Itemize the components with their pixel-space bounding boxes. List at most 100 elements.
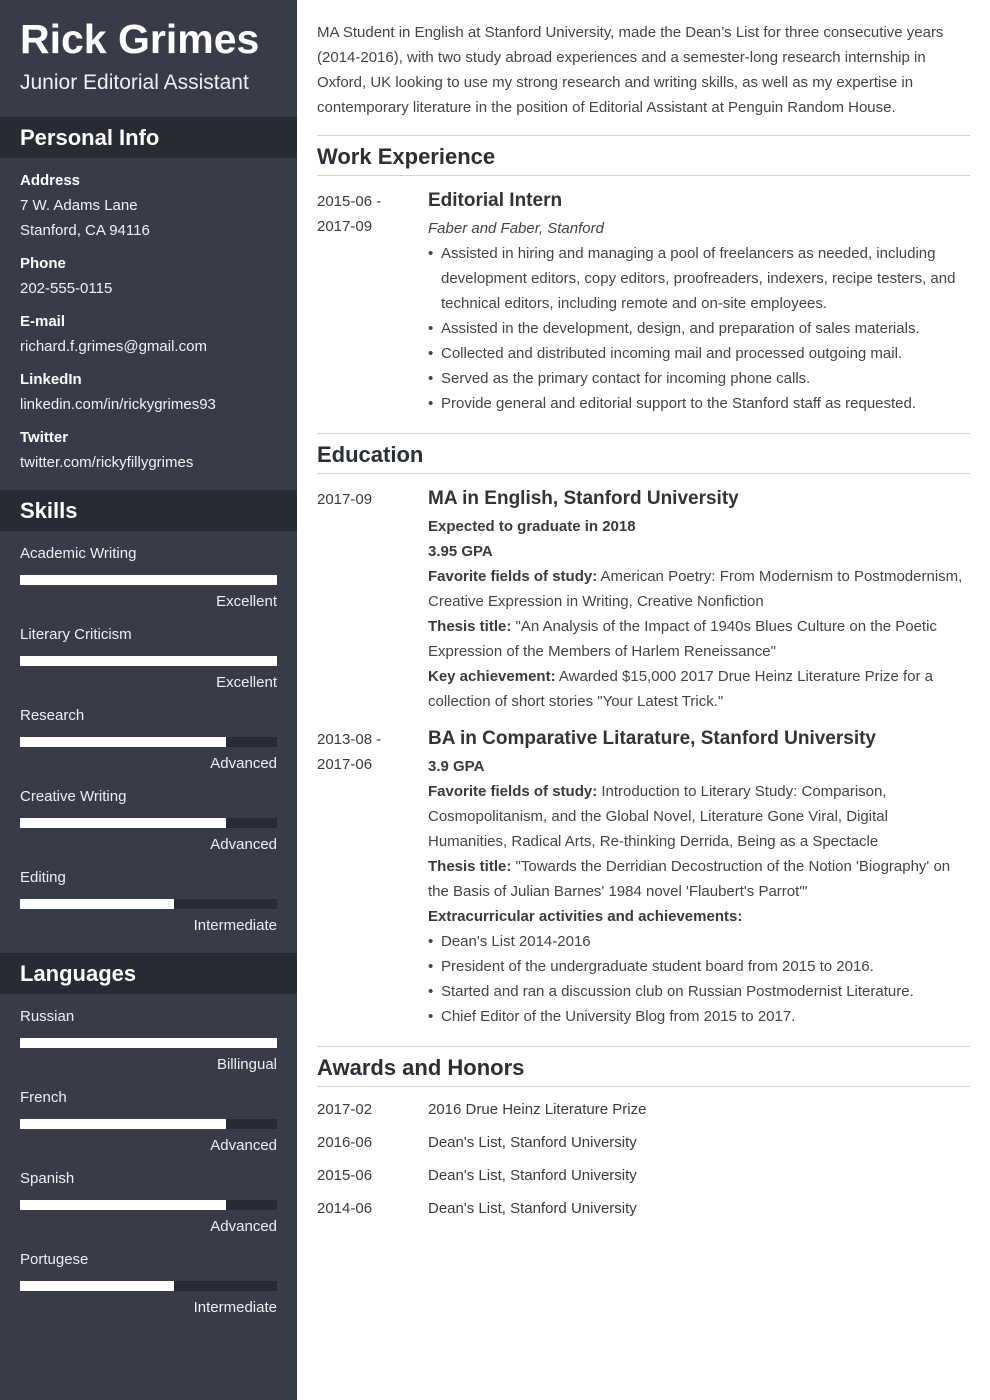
address-line2: Stanford, CA 94116 xyxy=(20,222,150,239)
twitter-label: Twitter xyxy=(20,429,69,446)
job-position: Editorial Intern xyxy=(428,190,563,211)
language-bar-track xyxy=(20,1200,277,1210)
thesis: Thesis title: "An Analysis of the Impact… xyxy=(428,614,968,664)
language-bar-track xyxy=(20,1038,277,1048)
extracurricular-item: Started and ran a discussion club on Rus… xyxy=(428,979,968,1004)
fields-of-study: Favorite fields of study: American Poetr… xyxy=(428,564,968,614)
skill-name: Research xyxy=(20,707,85,724)
section-divider xyxy=(317,433,970,434)
education-heading: Education xyxy=(317,442,424,467)
summary: MA Student in English at Stanford Univer… xyxy=(317,24,944,116)
education-date-start: 2013-08 - xyxy=(317,731,382,748)
award-name: Dean's List, Stanford University xyxy=(428,1200,637,1217)
skill-bar-track xyxy=(20,818,277,828)
skill-name: Academic Writing xyxy=(20,545,137,562)
skill-bar-fill xyxy=(20,899,175,909)
skill-level: Advanced xyxy=(210,755,277,772)
language-bar-fill xyxy=(20,1038,277,1048)
work-experience-heading: Work Experience xyxy=(317,144,496,169)
skill-bar-fill xyxy=(20,737,226,747)
linkedin-label: LinkedIn xyxy=(20,371,82,388)
language-bar-track xyxy=(20,1119,277,1129)
fields-label: Favorite fields of study: xyxy=(428,568,598,585)
linkedin-link[interactable]: linkedin.com/in/rickygrimes93 xyxy=(20,396,216,413)
award-date: 2014-06 xyxy=(317,1200,373,1217)
skill-level: Excellent xyxy=(216,674,277,691)
extracurricular-label: Extracurricular activities and achieveme… xyxy=(428,908,743,925)
address-line1: 7 W. Adams Lane xyxy=(20,197,138,214)
degree-title: BA in Comparative Litarature, Stanford U… xyxy=(428,728,877,749)
work-bullet: Assisted in the development, design, and… xyxy=(428,316,968,341)
thesis: Thesis title: "Towards the Derridian Dec… xyxy=(428,854,968,904)
language-name: Portugese xyxy=(20,1251,89,1268)
thesis-label: Thesis title: xyxy=(428,618,512,635)
skill-name: Creative Writing xyxy=(20,788,127,805)
work-date-start: 2015-06 - xyxy=(317,193,382,210)
education-entry: BA in Comparative Litarature, Stanford U… xyxy=(428,726,968,1029)
language-name: Russian xyxy=(20,1008,75,1025)
language-level: Advanced xyxy=(210,1218,277,1235)
email-label: E-mail xyxy=(20,313,66,330)
work-entry: Editorial Intern Faber and Faber, Stanfo… xyxy=(428,188,968,416)
gpa: 3.9 GPA xyxy=(428,758,485,775)
sidebar: Rick Grimes Junior Editorial Assistant P… xyxy=(0,0,297,1400)
education-date-end: 2017-06 xyxy=(317,756,373,773)
language-name: Spanish xyxy=(20,1170,75,1187)
skill-bar-track xyxy=(20,656,277,666)
fields-of-study: Favorite fields of study: Introduction t… xyxy=(428,779,968,854)
skill-item: Literary Criticism Excellent xyxy=(20,626,277,707)
extracurricular-list: Dean's List 2014-2016 President of the u… xyxy=(428,929,968,1029)
skill-bar-track xyxy=(20,575,277,585)
skill-level: Excellent xyxy=(216,593,277,610)
skill-item: Research Advanced xyxy=(20,707,277,788)
award-name: Dean's List, Stanford University xyxy=(428,1167,637,1184)
achievement-label: Key achievement: xyxy=(428,668,556,685)
skill-bar-fill xyxy=(20,818,226,828)
work-bullet: Assisted in hiring and managing a pool o… xyxy=(428,241,968,316)
award-name: 2016 Drue Heinz Literature Prize xyxy=(428,1101,647,1118)
awards-heading: Awards and Honors xyxy=(317,1055,525,1080)
degree-title: MA in English, Stanford University xyxy=(428,488,739,509)
language-item: Spanish Advanced xyxy=(20,1170,277,1251)
skill-bar-fill xyxy=(20,575,277,585)
skill-item: Academic Writing Excellent xyxy=(20,545,277,626)
section-divider xyxy=(317,135,970,136)
skill-level: Intermediate xyxy=(193,917,277,934)
section-divider xyxy=(317,1046,970,1047)
award-date: 2015-06 xyxy=(317,1167,373,1184)
key-achievement: Key achievement: Awarded $15,000 2017 Dr… xyxy=(428,664,968,714)
award-date: 2016-06 xyxy=(317,1134,373,1151)
education-date-start: 2017-09 xyxy=(317,491,373,508)
work-date: 2015-06 - 2017-09 xyxy=(317,189,417,239)
language-item: French Advanced xyxy=(20,1089,277,1170)
award-name: Dean's List, Stanford University xyxy=(428,1134,637,1151)
expected-graduation: Expected to graduate in 2018 xyxy=(428,518,636,535)
language-level: Intermediate xyxy=(193,1299,277,1316)
skill-bar-track xyxy=(20,899,277,909)
education-date: 2017-09 xyxy=(317,487,417,512)
candidate-name: Rick Grimes xyxy=(20,16,260,62)
language-level: Advanced xyxy=(210,1137,277,1154)
award-date: 2017-02 xyxy=(317,1101,373,1118)
twitter-link[interactable]: twitter.com/rickyfillygrimes xyxy=(20,454,193,471)
phone-value: 202-555-0115 xyxy=(20,280,113,297)
skill-name: Literary Criticism xyxy=(20,626,132,643)
skill-item: Creative Writing Advanced xyxy=(20,788,277,869)
address-label: Address xyxy=(20,172,81,189)
section-divider xyxy=(317,1086,970,1087)
skill-bar-track xyxy=(20,737,277,747)
language-item: Russian Billingual xyxy=(20,1008,277,1089)
extracurricular-item: President of the undergraduate student b… xyxy=(428,954,968,979)
skill-item: Editing Intermediate xyxy=(20,869,277,950)
gpa: 3.95 GPA xyxy=(428,543,493,560)
language-bar-fill xyxy=(20,1281,175,1291)
work-bullets: Assisted in hiring and managing a pool o… xyxy=(428,241,968,416)
languages-heading: Languages xyxy=(0,953,297,994)
section-divider xyxy=(317,473,970,474)
employer: Faber and Faber, Stanford xyxy=(428,220,604,237)
work-bullet: Provide general and editorial support to… xyxy=(428,391,968,416)
thesis-label: Thesis title: xyxy=(428,858,512,875)
email-link[interactable]: richard.f.grimes@gmail.com xyxy=(20,338,207,355)
job-title: Junior Editorial Assistant xyxy=(20,71,249,94)
skills-heading: Skills xyxy=(0,490,297,531)
